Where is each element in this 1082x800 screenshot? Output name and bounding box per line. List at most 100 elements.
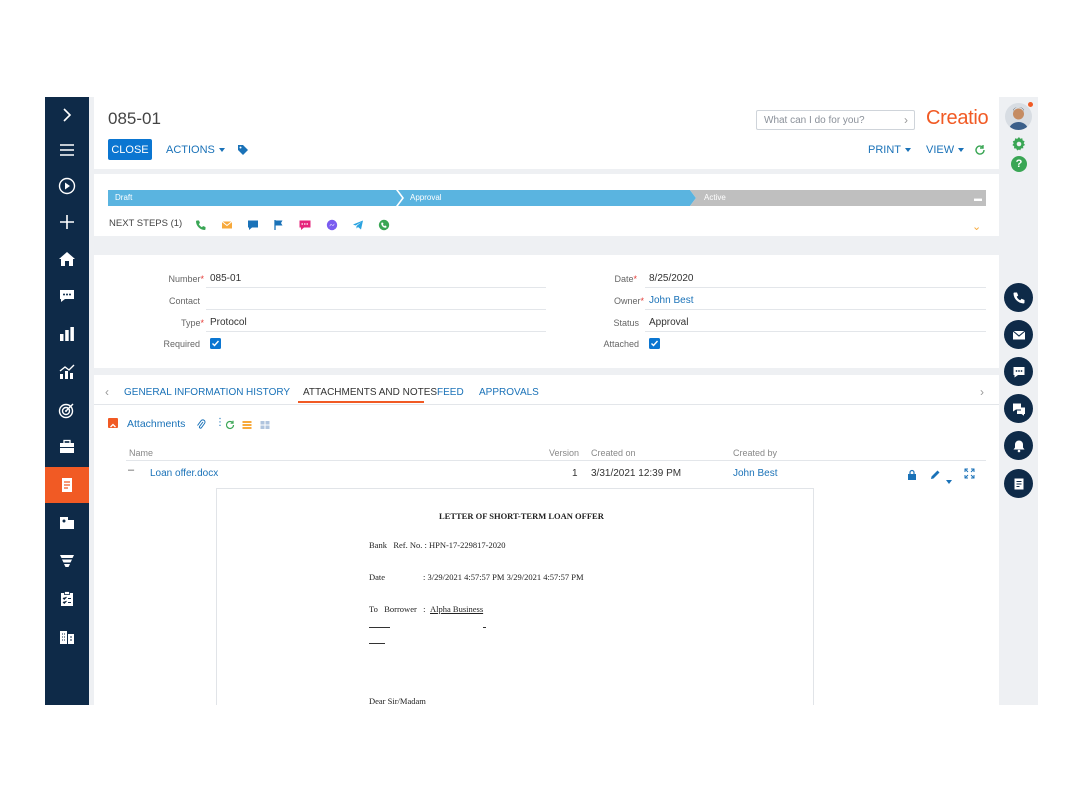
attached-checkbox[interactable] <box>649 338 660 349</box>
type-field[interactable]: Protocol <box>210 317 247 328</box>
required-checkbox[interactable] <box>210 338 221 349</box>
funnel-icon[interactable] <box>45 543 89 579</box>
status-field[interactable]: Approval <box>649 317 688 328</box>
collapse-row-icon[interactable]: – <box>128 464 134 476</box>
tasks-button[interactable] <box>1004 469 1033 498</box>
attached-label: Attached <box>603 339 639 349</box>
avatar[interactable] <box>1005 103 1032 130</box>
date-field[interactable]: 8/25/2020 <box>649 273 694 284</box>
task-document-icon <box>1014 478 1023 489</box>
notifications-button[interactable] <box>1004 431 1033 460</box>
lock-icon[interactable] <box>907 467 917 485</box>
bell-icon <box>1013 440 1024 452</box>
run-process-icon[interactable] <box>45 168 89 204</box>
checklist-icon[interactable] <box>45 581 89 617</box>
briefcase-icon[interactable] <box>45 429 89 465</box>
field-underline <box>206 309 546 310</box>
gear-icon[interactable] <box>1011 136 1027 157</box>
column-version[interactable]: Version <box>549 448 579 458</box>
target-icon[interactable] <box>45 392 89 428</box>
chevron-right-icon[interactable]: › <box>904 113 908 127</box>
telegram-icon[interactable] <box>352 218 364 230</box>
record-page: 085-01 CLOSE ACTIONS What can I do for y… <box>94 97 999 705</box>
phone-call-button[interactable] <box>1004 283 1033 312</box>
tile-view-icon[interactable] <box>260 417 270 435</box>
caret-down-icon <box>958 148 965 152</box>
chat-icon[interactable] <box>247 218 259 230</box>
help-icon[interactable]: ? <box>1011 156 1027 172</box>
tab-history[interactable]: HISTORY <box>246 387 290 398</box>
required-marker: * <box>200 318 204 328</box>
chat-button[interactable] <box>1004 357 1033 386</box>
document-preview[interactable]: LETTER OF SHORT-TERM LOAN OFFER Bank Ref… <box>216 488 814 705</box>
list-view-icon[interactable] <box>242 417 252 435</box>
contacts-icon[interactable] <box>45 505 89 541</box>
messenger-icon[interactable] <box>326 218 338 231</box>
caret-down-icon <box>905 148 911 152</box>
tab-attachments-and-notes[interactable]: ATTACHMENTS AND NOTES <box>303 387 437 398</box>
tab-approvals[interactable]: APPROVALS <box>479 387 539 398</box>
tab-general-information[interactable]: GENERAL INFORMATION <box>124 387 243 398</box>
tab-feed[interactable]: FEED <box>437 387 464 398</box>
stage-approval[interactable]: Approval <box>398 190 696 206</box>
phone-icon <box>1013 292 1024 303</box>
required-marker: * <box>640 296 644 306</box>
close-button[interactable]: CLOSE <box>108 139 152 160</box>
email-button[interactable] <box>1004 320 1033 349</box>
conversations-button[interactable] <box>1004 394 1033 423</box>
view-label: VIEW <box>926 144 955 156</box>
attachment-name-link[interactable]: Loan offer.docx <box>150 468 218 479</box>
creatio-logo: Creatio <box>926 107 989 129</box>
buildings-icon[interactable] <box>45 619 89 655</box>
expand-fullscreen-icon[interactable] <box>964 466 975 484</box>
flag-icon[interactable] <box>273 218 285 230</box>
tabs-scroll-left-icon[interactable]: ‹ <box>105 385 109 399</box>
column-created-by[interactable]: Created by <box>733 448 777 458</box>
whatsapp-icon[interactable] <box>378 218 390 231</box>
documents-icon[interactable] <box>45 467 89 503</box>
stage-label: Draft <box>115 193 133 202</box>
more-options-icon[interactable]: ⋮ <box>215 417 225 428</box>
actions-label: ACTIONS <box>166 144 215 156</box>
view-button[interactable]: VIEW <box>926 144 965 156</box>
email-icon[interactable] <box>221 218 233 230</box>
home-icon[interactable] <box>45 241 89 277</box>
stage-menu-icon[interactable]: ▬ <box>974 194 982 203</box>
caret-down-icon[interactable] <box>946 471 952 489</box>
refresh-icon[interactable] <box>974 143 986 161</box>
analytics-icon[interactable] <box>45 354 89 390</box>
collapse-group-icon[interactable] <box>108 418 118 428</box>
dashboards-icon[interactable] <box>45 316 89 352</box>
chat-icon <box>1013 366 1024 377</box>
column-name[interactable]: Name <box>129 448 153 458</box>
attachments-title[interactable]: Attachments <box>127 418 185 430</box>
chevron-down-icon[interactable]: ⌄ <box>972 220 981 233</box>
add-icon[interactable] <box>45 204 89 240</box>
field-underline <box>645 309 986 310</box>
print-button[interactable]: PRINT <box>868 144 911 156</box>
document-rule <box>369 643 385 644</box>
refresh-icon[interactable] <box>225 417 235 435</box>
tabs-panel: ‹ GENERAL INFORMATION HISTORY ATTACHMENT… <box>94 375 999 705</box>
stage-active[interactable]: Active <box>690 190 986 206</box>
menu-icon[interactable] <box>45 132 89 168</box>
expand-chevron-icon[interactable] <box>45 97 89 133</box>
actions-button[interactable]: ACTIONS <box>166 144 225 156</box>
next-steps-label[interactable]: NEXT STEPS (1) <box>109 218 182 229</box>
number-field[interactable]: 085-01 <box>210 273 241 284</box>
owner-field[interactable]: John Best <box>649 295 693 306</box>
paperclip-icon[interactable] <box>196 417 206 435</box>
command-line-input[interactable]: What can I do for you? › <box>756 110 915 130</box>
document-borrower: Alpha Business <box>430 604 484 614</box>
tabs-scroll-right-icon[interactable]: › <box>980 385 984 399</box>
column-created-on[interactable]: Created on <box>591 448 636 458</box>
attachment-created-by-link[interactable]: John Best <box>733 468 777 479</box>
stage-draft[interactable]: Draft <box>108 190 402 206</box>
feed-icon[interactable] <box>45 278 89 314</box>
left-navigation <box>45 97 89 705</box>
sms-icon[interactable] <box>299 218 311 230</box>
phone-icon[interactable] <box>195 218 207 230</box>
tag-icon[interactable] <box>237 143 249 161</box>
edit-pencil-icon[interactable] <box>930 467 941 485</box>
contact-label: Contact <box>168 296 200 306</box>
